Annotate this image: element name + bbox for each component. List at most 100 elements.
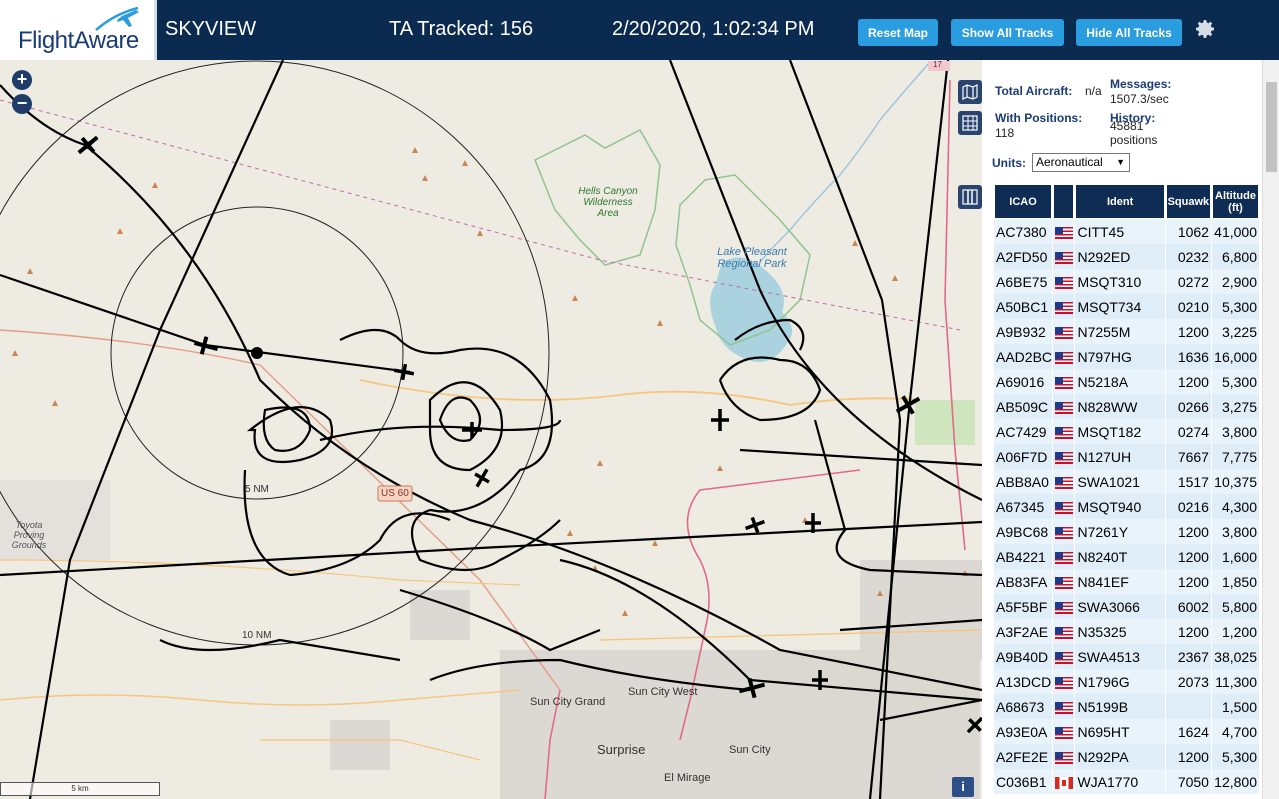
- grid-icon[interactable]: [958, 111, 982, 135]
- table-row[interactable]: AC7429 MSQT182 0274 3,800: [994, 419, 1259, 444]
- altitude-cell: 2,900: [1211, 269, 1259, 294]
- ident-cell: MSQT182: [1075, 419, 1165, 444]
- icao-cell: AC7380: [994, 219, 1053, 244]
- columns-icon[interactable]: [958, 185, 982, 209]
- table-row[interactable]: AB83FA N841EF 1200 1,850: [994, 569, 1259, 594]
- sun-city-west-label: Sun City West: [628, 686, 698, 698]
- col-altitude[interactable]: Altitude (ft): [1211, 184, 1259, 219]
- units-select[interactable]: Aeronautical ▼: [1032, 153, 1130, 172]
- squawk-cell: 1200: [1165, 519, 1211, 544]
- ident-cell: N797HG: [1075, 344, 1165, 369]
- table-row[interactable]: A6BE75 MSQT310 0272 2,900: [994, 269, 1259, 294]
- aircraft-table: ICAO Ident Squawk Altitude (ft) AC7380 CI…: [993, 184, 1260, 794]
- col-icao[interactable]: ICAO: [994, 184, 1053, 219]
- table-row[interactable]: A9B40D SWA4513 2367 38,025: [994, 644, 1259, 669]
- zoom-in-button[interactable]: +: [12, 70, 32, 90]
- table-row[interactable]: AB4221 N8240T 1200 1,600: [994, 544, 1259, 569]
- altitude-cell: 5,800: [1211, 594, 1259, 619]
- messages-label: Messages:: [1110, 77, 1172, 91]
- icao-cell: A9B932: [994, 319, 1053, 344]
- table-row[interactable]: A3F2AE N35325 1200 1,200: [994, 619, 1259, 644]
- zoom-out-button[interactable]: −: [12, 94, 32, 114]
- icao-cell: A6BE75: [994, 269, 1053, 294]
- squawk-cell: [1165, 694, 1211, 719]
- show-all-tracks-button[interactable]: Show All Tracks: [951, 19, 1064, 46]
- info-button[interactable]: i: [952, 777, 974, 797]
- squawk-cell: 1200: [1165, 369, 1211, 394]
- col-squawk[interactable]: Squawk: [1165, 184, 1211, 219]
- sun-city-label: Sun City: [729, 744, 771, 756]
- altitude-cell: 12,800: [1211, 769, 1259, 794]
- us-flag-icon: [1054, 701, 1073, 714]
- flag-icon: [1053, 594, 1075, 619]
- sun-city-grand-label: Sun City Grand: [530, 696, 606, 708]
- icao-cell: AAD2BC: [994, 344, 1053, 369]
- us-flag-icon: [1054, 551, 1073, 564]
- altitude-cell: 1,600: [1211, 544, 1259, 569]
- icao-cell: A93E0A: [994, 719, 1053, 744]
- table-row[interactable]: A68673 N5199B 1,500: [994, 694, 1259, 719]
- river: [759, 61, 931, 263]
- table-row[interactable]: C036B1 WJA1770 7050 12,800: [994, 769, 1259, 794]
- table-row[interactable]: A2FD50 N292ED 0232 6,800: [994, 244, 1259, 269]
- icao-cell: A9BC68: [994, 519, 1053, 544]
- hide-all-tracks-button[interactable]: Hide All Tracks: [1076, 19, 1182, 46]
- col-ident[interactable]: Ident: [1075, 184, 1165, 219]
- table-row[interactable]: AAD2BC N797HG 1636 16,000: [994, 344, 1259, 369]
- altitude-cell: 5,300: [1211, 294, 1259, 319]
- us-flag-icon: [1054, 351, 1073, 364]
- table-row[interactable]: AC7380 CITT45 1062 41,000: [994, 219, 1259, 244]
- squawk-cell: 0272: [1165, 269, 1211, 294]
- table-row[interactable]: ABB8A0 SWA1021 1517 10,375: [994, 469, 1259, 494]
- map-view[interactable]: + − 5 NM 10 NM Hells Canyon Wilderness A…: [0, 60, 982, 799]
- total-aircraft-value: n/a: [1085, 84, 1102, 98]
- us-flag-icon: [1054, 676, 1073, 689]
- flag-icon: [1053, 219, 1075, 244]
- aircraft-panel: Total Aircraft: n/a Messages: 1507.3/sec…: [982, 60, 1262, 799]
- table-row[interactable]: A9B932 N7255M 1200 3,225: [994, 319, 1259, 344]
- messages-value: 1507.3/sec: [1110, 92, 1169, 106]
- table-row[interactable]: A67345 MSQT940 0216 4,300: [994, 494, 1259, 519]
- gear-icon[interactable]: [1193, 17, 1217, 41]
- table-row[interactable]: A50BC1 MSQT734 0210 5,300: [994, 294, 1259, 319]
- altitude-cell: 1,500: [1211, 694, 1259, 719]
- ident-cell: N292PA: [1075, 744, 1165, 769]
- squawk-cell: 1200: [1165, 744, 1211, 769]
- flight-tracks: [0, 60, 982, 799]
- altitude-cell: 11,300: [1211, 669, 1259, 694]
- aircraft-table-body: AC7380 CITT45 1062 41,000 A2FD50 N292ED 0232 6,…: [994, 219, 1259, 794]
- table-row[interactable]: A93E0A N695HT 1624 4,700: [994, 719, 1259, 744]
- table-row[interactable]: A13DCD N1796G 2073 11,300: [994, 669, 1259, 694]
- flag-icon: [1053, 694, 1075, 719]
- reset-map-button[interactable]: Reset Map: [858, 19, 938, 46]
- ident-cell: N695HT: [1075, 719, 1165, 744]
- col-flag[interactable]: [1053, 184, 1075, 219]
- panel-scrollbar[interactable]: [1262, 60, 1279, 799]
- us-flag-icon: [1054, 576, 1073, 589]
- hells-canyon-label: Hells Canyon Wilderness Area: [578, 186, 638, 219]
- flag-icon: [1053, 319, 1075, 344]
- us-flag-icon: [1054, 476, 1073, 489]
- squawk-cell: 1200: [1165, 569, 1211, 594]
- history-value: 45881 positions: [1110, 119, 1158, 147]
- map-layers-icon[interactable]: [958, 80, 982, 104]
- table-row[interactable]: AB509C N828WW 0266 3,275: [994, 394, 1259, 419]
- table-row[interactable]: A2FE2E N292PA 1200 5,300: [994, 744, 1259, 769]
- icao-cell: A67345: [994, 494, 1053, 519]
- flightaware-logo[interactable]: FlightAware: [0, 0, 157, 60]
- scroll-thumb[interactable]: [1266, 82, 1277, 172]
- table-row[interactable]: A06F7D N127UH 7667 7,775: [994, 444, 1259, 469]
- us-flag-icon: [1054, 326, 1073, 339]
- ident-cell: N1796G: [1075, 669, 1165, 694]
- logo-text: FlightAware: [18, 27, 139, 54]
- table-row[interactable]: A5F5BF SWA3066 6002 5,800: [994, 594, 1259, 619]
- units-value: Aeronautical: [1036, 155, 1103, 169]
- squawk-cell: 7667: [1165, 444, 1211, 469]
- lake-pleasant-water: [710, 257, 793, 363]
- us-flag-icon: [1054, 751, 1073, 764]
- us-flag-icon: [1054, 276, 1073, 289]
- table-row[interactable]: A69016 N5218A 1200 5,300: [994, 369, 1259, 394]
- icao-cell: A2FD50: [994, 244, 1053, 269]
- table-row[interactable]: A9BC68 N7261Y 1200 3,800: [994, 519, 1259, 544]
- map-canvas[interactable]: [0, 60, 982, 799]
